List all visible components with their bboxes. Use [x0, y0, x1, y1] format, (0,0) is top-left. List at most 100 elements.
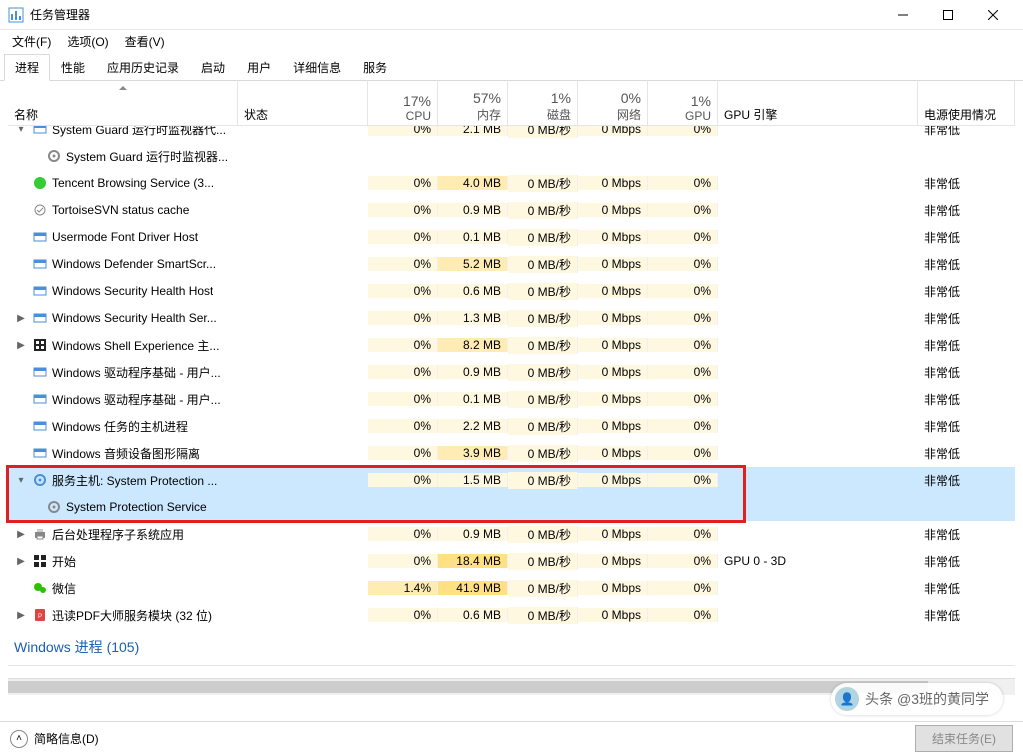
expander-icon[interactable]: ▶: [14, 610, 28, 621]
scrollbar-thumb[interactable]: [8, 681, 928, 693]
process-row[interactable]: ▶Windows Shell Experience 主...0%8.2 MB0 …: [8, 332, 1015, 359]
cpu-cell: 0%: [368, 608, 438, 622]
process-row[interactable]: Windows 驱动程序基础 - 用户...0%0.9 MB0 MB/秒0 Mb…: [8, 359, 1015, 386]
process-row[interactable]: Usermode Font Driver Host0%0.1 MB0 MB/秒0…: [8, 224, 1015, 251]
col-cpu[interactable]: 17%CPU: [368, 80, 438, 125]
maximize-button[interactable]: [925, 0, 970, 30]
memory-cell: 0.1 MB: [438, 230, 508, 244]
col-power[interactable]: 电源使用情况: [918, 80, 1015, 125]
network-cell: 0 Mbps: [578, 365, 648, 379]
process-row[interactable]: ▾服务主机: System Protection ...0%1.5 MB0 MB…: [8, 467, 1015, 494]
process-row[interactable]: 微信1.4%41.9 MB0 MB/秒0 Mbps0%非常低: [8, 575, 1015, 602]
col-memory[interactable]: 57%内存: [438, 80, 508, 125]
process-icon: [32, 283, 48, 299]
tab-5[interactable]: 详细信息: [282, 54, 352, 80]
process-icon: [32, 256, 48, 272]
process-row[interactable]: ▶P迅读PDF大师服务模块 (32 位)0%0.6 MB0 MB/秒0 Mbps…: [8, 602, 1015, 629]
tab-6[interactable]: 服务: [352, 54, 398, 80]
col-gpu-engine[interactable]: GPU 引擎: [718, 80, 918, 125]
expander-icon[interactable]: ▶: [14, 313, 28, 324]
col-network[interactable]: 0%网络: [578, 80, 648, 125]
tab-4[interactable]: 用户: [236, 54, 282, 80]
process-icon: [32, 126, 48, 137]
process-name: System Guard 运行时监视器代...: [52, 126, 226, 138]
process-row[interactable]: ▶Windows Security Health Ser...0%1.3 MB0…: [8, 305, 1015, 332]
minimize-button[interactable]: [880, 0, 925, 30]
group-header: Windows 进程 (105): [8, 629, 1015, 666]
memory-cell: 0.6 MB: [438, 284, 508, 298]
process-row[interactable]: Windows 任务的主机进程0%2.2 MB0 MB/秒0 Mbps0%非常低: [8, 413, 1015, 440]
col-disk[interactable]: 1%磁盘: [508, 80, 578, 125]
fewer-details-button[interactable]: ˄ 简略信息(D): [10, 730, 99, 748]
process-row[interactable]: Windows 驱动程序基础 - 用户...0%0.1 MB0 MB/秒0 Mb…: [8, 386, 1015, 413]
process-row[interactable]: ▶后台处理程序子系统应用0%0.9 MB0 MB/秒0 Mbps0%非常低: [8, 521, 1015, 548]
disk-cell: 0 MB/秒: [508, 607, 578, 624]
cpu-cell: 0%: [368, 284, 438, 298]
network-cell: 0 Mbps: [578, 446, 648, 460]
gpu-cell: 0%: [648, 419, 718, 433]
tab-0[interactable]: 进程: [4, 54, 50, 81]
col-name[interactable]: 名称: [8, 80, 238, 125]
expander-icon[interactable]: ▶: [14, 340, 28, 351]
tab-3[interactable]: 启动: [190, 54, 236, 80]
end-task-button[interactable]: 结束任务(E): [915, 725, 1013, 752]
cpu-cell: 0%: [368, 338, 438, 352]
process-icon: [32, 526, 48, 542]
process-list[interactable]: ▾System Guard 运行时监视器代...0%2.1 MB0 MB/秒0 …: [8, 126, 1015, 678]
gpu-cell: 0%: [648, 473, 718, 487]
disk-cell: 0 MB/秒: [508, 202, 578, 219]
tab-2[interactable]: 应用历史记录: [96, 54, 190, 80]
process-row[interactable]: ▾System Guard 运行时监视器代...0%2.1 MB0 MB/秒0 …: [8, 126, 1015, 143]
process-name: Windows Security Health Host: [52, 284, 213, 298]
menu-file[interactable]: 文件(F): [4, 31, 59, 52]
power-cell: 非常低: [918, 418, 1015, 435]
network-cell: 0 Mbps: [578, 311, 648, 325]
process-icon: [32, 229, 48, 245]
expander-icon[interactable]: ▾: [14, 126, 28, 135]
memory-cell: 8.2 MB: [438, 338, 508, 352]
col-status[interactable]: 状态: [238, 80, 368, 125]
memory-cell: 2.2 MB: [438, 419, 508, 433]
cpu-cell: 0%: [368, 392, 438, 406]
process-row[interactable]: Windows Defender SmartScr...0%5.2 MB0 MB…: [8, 251, 1015, 278]
process-row[interactable]: TortoiseSVN status cache0%0.9 MB0 MB/秒0 …: [8, 197, 1015, 224]
memory-cell: 0.1 MB: [438, 392, 508, 406]
network-cell: 0 Mbps: [578, 284, 648, 298]
menu-view[interactable]: 查看(V): [117, 31, 173, 52]
process-icon: [32, 553, 48, 569]
process-row[interactable]: ▶开始0%18.4 MB0 MB/秒0 Mbps0%GPU 0 - 3D非常低: [8, 548, 1015, 575]
expander-icon[interactable]: ▶: [14, 556, 28, 567]
process-row[interactable]: Windows Security Health Host0%0.6 MB0 MB…: [8, 278, 1015, 305]
tab-1[interactable]: 性能: [50, 54, 96, 80]
menu-options[interactable]: 选项(O): [59, 31, 116, 52]
network-cell: 0 Mbps: [578, 203, 648, 217]
process-row[interactable]: System Protection Service: [8, 494, 1015, 521]
col-gpu[interactable]: 1%GPU: [648, 80, 718, 125]
process-icon: [32, 580, 48, 596]
process-name: 开始: [52, 553, 76, 570]
disk-cell: 0 MB/秒: [508, 391, 578, 408]
process-row[interactable]: System Guard 运行时监视器...: [8, 143, 1015, 170]
expander-icon[interactable]: ▶: [14, 529, 28, 540]
memory-cell: 4.0 MB: [438, 176, 508, 190]
content-area: 名称 状态 17%CPU 57%内存 1%磁盘 0%网络 1%GPU GPU 引…: [8, 80, 1015, 695]
svg-text:P: P: [38, 614, 42, 620]
process-name: Windows 驱动程序基础 - 用户...: [52, 364, 221, 381]
network-cell: 0 Mbps: [578, 126, 648, 136]
memory-cell: 5.2 MB: [438, 257, 508, 271]
process-row[interactable]: Tencent Browsing Service (3...0%4.0 MB0 …: [8, 170, 1015, 197]
process-icon: [46, 148, 62, 164]
gpu-cell: 0%: [648, 527, 718, 541]
disk-cell: 0 MB/秒: [508, 310, 578, 327]
close-button[interactable]: [970, 0, 1015, 30]
expander-icon[interactable]: ▾: [14, 475, 28, 486]
cpu-cell: 0%: [368, 527, 438, 541]
disk-cell: 0 MB/秒: [508, 337, 578, 354]
disk-cell: 0 MB/秒: [508, 175, 578, 192]
power-cell: 非常低: [918, 553, 1015, 570]
window-title: 任务管理器: [30, 6, 880, 23]
process-row[interactable]: Windows 音频设备图形隔离0%3.9 MB0 MB/秒0 Mbps0%非常…: [8, 440, 1015, 467]
process-name: 微信: [52, 580, 76, 597]
memory-cell: 3.9 MB: [438, 446, 508, 460]
power-cell: 非常低: [918, 526, 1015, 543]
